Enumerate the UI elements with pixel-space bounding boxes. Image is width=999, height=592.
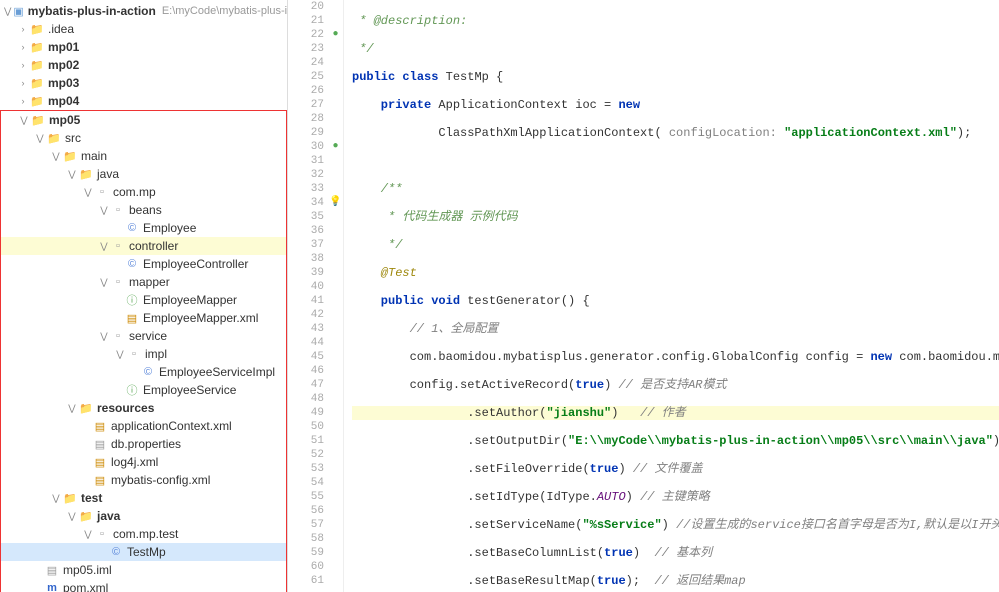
class-icon: © <box>125 257 139 271</box>
package-icon: ▫ <box>95 185 109 199</box>
tree-test[interactable]: ⋁ 📁 test <box>1 489 286 507</box>
tree-commp[interactable]: ⋁ ▫ com.mp <box>1 183 286 201</box>
line-numbers: 2021222324252627282930313233343536373839… <box>288 0 328 592</box>
chevron-down-icon: ⋁ <box>51 151 61 161</box>
tree-employee-controller[interactable]: © EmployeeController <box>1 255 286 273</box>
package-icon: ▫ <box>111 275 125 289</box>
package-icon: ▫ <box>111 239 125 253</box>
tree-java[interactable]: ⋁ 📁 java <box>1 165 286 183</box>
tree-application-context-xml[interactable]: ▤ applicationContext.xml <box>1 417 286 435</box>
code-content[interactable]: * @description: */ public class TestMp {… <box>344 0 999 592</box>
project-root[interactable]: ⋁ ▣ mybatis-plus-in-action E:\myCode\myb… <box>0 2 287 20</box>
properties-icon: ▤ <box>93 437 107 451</box>
folder-icon: 📁 <box>30 94 44 108</box>
folder-icon: 📁 <box>47 131 61 145</box>
chevron-down-icon: ⋁ <box>4 6 11 16</box>
module-icon: ▣ <box>13 4 23 18</box>
source-folder-icon: 📁 <box>79 167 93 181</box>
package-icon: ▫ <box>95 527 109 541</box>
tree-testmp[interactable]: © TestMp <box>1 543 286 561</box>
chevron-down-icon: ⋁ <box>115 349 125 359</box>
xml-icon: ▤ <box>93 455 107 469</box>
chevron-down-icon: ⋁ <box>99 241 109 251</box>
chevron-down-icon: ⋁ <box>35 133 45 143</box>
project-name: mybatis-plus-in-action <box>28 4 156 18</box>
folder-icon: 📁 <box>63 149 77 163</box>
tree-mp03[interactable]: › 📁 mp03 <box>0 74 287 92</box>
code-editor[interactable]: 2021222324252627282930313233343536373839… <box>288 0 999 592</box>
tree-mp05iml[interactable]: ▤ mp05.iml <box>1 561 286 579</box>
tree-impl[interactable]: ⋁ ▫ impl <box>1 345 286 363</box>
tree-employee-mapper-xml[interactable]: ▤ EmployeeMapper.xml <box>1 309 286 327</box>
chevron-right-icon: › <box>18 42 28 52</box>
chevron-down-icon: ⋁ <box>51 493 61 503</box>
chevron-down-icon: ⋁ <box>83 187 93 197</box>
class-icon: © <box>141 365 155 379</box>
test-folder-icon: 📁 <box>79 509 93 523</box>
tree-employee[interactable]: © Employee <box>1 219 286 237</box>
chevron-down-icon: ⋁ <box>99 205 109 215</box>
gutter-marks: ●●💡 <box>328 0 344 592</box>
tree-log4j-xml[interactable]: ▤ log4j.xml <box>1 453 286 471</box>
xml-icon: ▤ <box>93 473 107 487</box>
package-icon: ▫ <box>111 329 125 343</box>
iml-icon: ▤ <box>45 563 59 577</box>
class-icon: © <box>109 545 123 559</box>
interface-icon: ⓘ <box>125 293 139 307</box>
chevron-right-icon: › <box>18 96 28 106</box>
chevron-down-icon: ⋁ <box>83 529 93 539</box>
tree-mapper[interactable]: ⋁ ▫ mapper <box>1 273 286 291</box>
tree-commptest[interactable]: ⋁ ▫ com.mp.test <box>1 525 286 543</box>
folder-icon: 📁 <box>31 113 45 127</box>
tree-mp01[interactable]: › 📁 mp01 <box>0 38 287 56</box>
chevron-right-icon: › <box>18 24 28 34</box>
tree-resources[interactable]: ⋁ 📁 resources <box>1 399 286 417</box>
tree-mp05[interactable]: ⋁ 📁 mp05 <box>1 111 286 129</box>
tree-main[interactable]: ⋁ 📁 main <box>1 147 286 165</box>
tree-employee-service-impl[interactable]: © EmployeeServiceImpl <box>1 363 286 381</box>
tree-test-java[interactable]: ⋁ 📁 java <box>1 507 286 525</box>
resources-folder-icon: 📁 <box>79 401 93 415</box>
chevron-down-icon: ⋁ <box>99 277 109 287</box>
chevron-down-icon: ⋁ <box>19 115 29 125</box>
tree-idea[interactable]: › 📁 .idea <box>0 20 287 38</box>
tree-beans[interactable]: ⋁ ▫ beans <box>1 201 286 219</box>
chevron-down-icon: ⋁ <box>67 511 77 521</box>
tree-mp02[interactable]: › 📁 mp02 <box>0 56 287 74</box>
xml-icon: ▤ <box>93 419 107 433</box>
tree-employee-service[interactable]: ⓘ EmployeeService <box>1 381 286 399</box>
tree-service[interactable]: ⋁ ▫ service <box>1 327 286 345</box>
tree-src[interactable]: ⋁ 📁 src <box>1 129 286 147</box>
project-path: E:\myCode\mybatis-plus-in-act <box>162 5 288 17</box>
folder-icon: 📁 <box>63 491 77 505</box>
tree-mybatis-config-xml[interactable]: ▤ mybatis-config.xml <box>1 471 286 489</box>
folder-icon: 📁 <box>30 22 44 36</box>
chevron-down-icon: ⋁ <box>67 403 77 413</box>
tree-employee-mapper[interactable]: ⓘ EmployeeMapper <box>1 291 286 309</box>
package-icon: ▫ <box>111 203 125 217</box>
chevron-down-icon: ⋁ <box>99 331 109 341</box>
interface-icon: ⓘ <box>125 383 139 397</box>
chevron-down-icon: ⋁ <box>67 169 77 179</box>
chevron-right-icon: › <box>18 60 28 70</box>
tree-controller[interactable]: ⋁ ▫ controller <box>1 237 286 255</box>
package-icon: ▫ <box>127 347 141 361</box>
tree-pomxml[interactable]: pom.xml <box>1 579 286 592</box>
xml-icon: ▤ <box>125 311 139 325</box>
project-tree[interactable]: ⋁ ▣ mybatis-plus-in-action E:\myCode\myb… <box>0 0 288 592</box>
chevron-right-icon: › <box>18 78 28 88</box>
folder-icon: 📁 <box>30 58 44 72</box>
folder-icon: 📁 <box>30 76 44 90</box>
class-icon: © <box>125 221 139 235</box>
maven-icon <box>45 581 59 592</box>
tree-mp04[interactable]: › 📁 mp04 <box>0 92 287 110</box>
folder-icon: 📁 <box>30 40 44 54</box>
tree-db-properties[interactable]: ▤ db.properties <box>1 435 286 453</box>
